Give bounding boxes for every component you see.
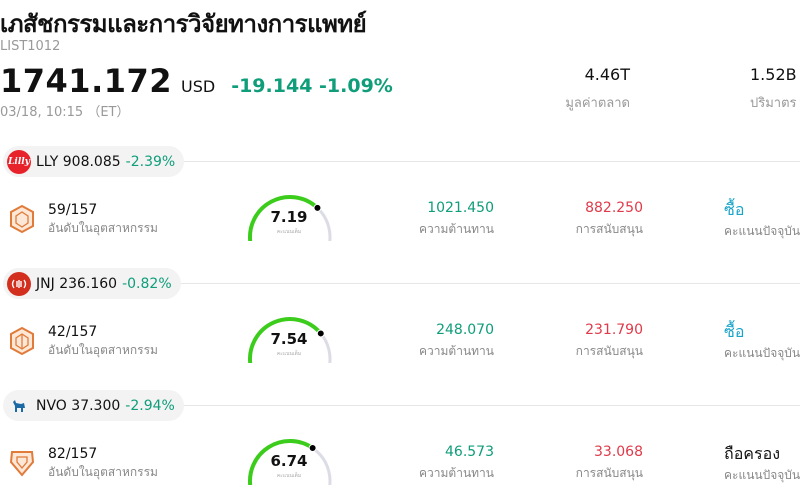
divider	[180, 283, 800, 284]
score-value: 6.74	[270, 452, 308, 470]
stock-price: 37.300	[71, 397, 121, 414]
support-label: การสนับสนุน	[575, 466, 643, 480]
resistance-value: 1021.450	[427, 200, 494, 216]
support-value: 231.790	[585, 322, 643, 338]
timestamp: 03/18, 10:15 （ET）	[0, 105, 130, 120]
score-value: 7.19	[270, 208, 308, 226]
currency-label: USD	[181, 77, 216, 96]
market-cap-label: มูลค่าตลาด	[565, 96, 630, 111]
industry-rank: 82/157	[48, 446, 98, 462]
support-label: การสนับสนุน	[575, 222, 643, 236]
industry-rank: 59/157	[48, 202, 98, 218]
rating-label: คะแนนปัจจุบัน	[724, 224, 800, 238]
rank-badge-icon	[10, 204, 34, 234]
jnj-logo-icon	[7, 271, 31, 296]
score-label: คะแนนเต็ม	[276, 473, 302, 479]
resistance-value: 46.573	[445, 444, 494, 460]
rating-value: ถือครอง	[724, 444, 781, 463]
rank-badge-icon	[10, 326, 34, 356]
novo-bull-logo-icon	[7, 394, 31, 418]
stock-ticker: JNJ	[36, 275, 55, 292]
stock-ticker-pill[interactable]: NVO 37.300 -2.94%	[3, 390, 184, 421]
stock-change: -2.94%	[125, 397, 175, 414]
gauge-marker	[308, 444, 317, 453]
stock-price: 236.160	[59, 275, 118, 292]
volume-value: 1.52B	[750, 65, 797, 84]
score-label: คะแนนเต็ม	[276, 229, 302, 235]
index-price: 1741.172	[0, 62, 173, 100]
score-value: 7.54	[270, 330, 308, 348]
support-label: การสนับสนุน	[575, 344, 643, 358]
industry-rank: 42/157	[48, 324, 98, 340]
bull-mark-icon	[13, 399, 25, 412]
stock-ticker: NVO	[36, 397, 67, 414]
rank-badge-icon	[9, 451, 35, 477]
rating-value: ซื้อ	[724, 200, 745, 219]
divider	[180, 161, 800, 162]
resistance-label: ความต้านทาน	[419, 222, 494, 236]
market-cap-stat: 4.46T มูลค่าตลาด	[565, 65, 630, 113]
resistance-label: ความต้านทาน	[419, 344, 494, 358]
stock-card[interactable]: NVO 37.300 -2.94% 82/157 อันดับในอุตสาหกร…	[0, 389, 800, 499]
support-value: 33.068	[594, 444, 643, 460]
stock-change: -0.82%	[122, 275, 172, 292]
list-code: LIST1012	[0, 39, 61, 54]
price-change: -19.144 -1.09%	[231, 75, 393, 97]
volume-label: ปริมาตร	[750, 96, 797, 111]
industry-rank-label: อันดับในอุตสาหกรรม	[48, 343, 158, 357]
stock-ticker-pill[interactable]: Lilly LLY 908.085 -2.39%	[3, 146, 185, 177]
stock-price: 908.085	[62, 153, 121, 170]
stock-card[interactable]: Lilly LLY 908.085 -2.39% 59/157 อันดับในอ…	[0, 145, 800, 267]
resistance-label: ความต้านทาน	[419, 466, 494, 480]
score-label: คะแนนเต็ม	[276, 351, 302, 357]
industry-rank-label: อันดับในอุตสาหกรรม	[48, 221, 158, 235]
divider	[180, 405, 800, 406]
market-cap-value: 4.46T	[584, 65, 630, 84]
rating-value: ซื้อ	[724, 322, 745, 341]
stock-card[interactable]: JNJ 236.160 -0.82% 42/157 อันดับในอุตสาหก…	[0, 267, 800, 389]
stock-change: -2.39%	[125, 153, 176, 170]
volume-stat: 1.52B ปริมาตร	[750, 65, 797, 113]
industry-rank-label: อันดับในอุตสาหกรรม	[48, 465, 158, 479]
rating-label: คะแนนปัจจุบัน	[724, 468, 800, 482]
jnj-mark-icon	[11, 279, 27, 288]
support-value: 882.250	[585, 200, 643, 216]
rating-label: คะแนนปัจจุบัน	[724, 346, 800, 360]
stock-ticker-pill[interactable]: JNJ 236.160 -0.82%	[3, 268, 181, 299]
page-title: เภสัชกรรมและการวิจัยทางการแพทย์	[0, 10, 367, 38]
resistance-value: 248.070	[436, 322, 494, 338]
price-row: 1741.172 USD -19.144 -1.09%	[0, 62, 393, 100]
stock-ticker: LLY	[36, 153, 59, 170]
lilly-logo-icon: Lilly	[7, 149, 31, 174]
